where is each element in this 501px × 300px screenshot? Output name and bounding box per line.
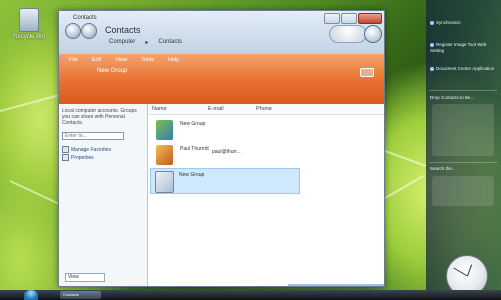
contact-email: paul@thurr... [212,149,241,155]
left-pane: Local computer accounts. Groups you can … [59,104,148,286]
sidebar-item-document-center[interactable]: Document Center Application [430,66,498,72]
column-email[interactable]: E-mail [208,106,224,112]
minimize-button[interactable] [324,13,340,24]
new-group-button[interactable]: New Group [97,68,127,74]
list-item-selected[interactable]: New Group [150,168,300,194]
link-properties[interactable]: Properties [62,154,94,161]
menu-edit[interactable]: Edit [92,57,101,63]
contact-name: Paul Thurrott [180,146,209,152]
list-item[interactable]: Paul Thurrott paul@thurr... [152,143,296,167]
search-icon[interactable] [364,25,382,43]
menu-bar: File Edit View Tools Help [69,57,179,63]
bullet-icon [430,66,434,71]
column-name[interactable]: Name [152,106,167,112]
chevron-right-icon: ▸ [145,40,149,46]
bullet-icon [430,42,434,47]
close-button[interactable] [358,13,382,24]
slideshow-gadget[interactable] [432,176,494,206]
leaf-vein [384,150,428,168]
page-title: Contacts [105,25,141,35]
person-contact-icon [156,145,173,165]
menu-help[interactable]: Help [168,57,179,63]
sidebar-item-label: Document Center Application [436,66,495,71]
divider [429,90,497,91]
clock-minute-hand [453,267,468,277]
bullet-icon [430,20,434,25]
breadcrumb-item[interactable]: Computer [109,39,135,46]
sidebar-item-label: Synchronize [436,20,461,25]
checkbox-icon [62,146,69,153]
status-strip [288,284,384,286]
forward-arrow-icon[interactable] [81,23,97,39]
desktop-icon-recycle-bin[interactable]: Recycle Bin [6,8,52,40]
contacts-gadget[interactable] [432,104,494,156]
leaf-vein [379,175,424,202]
sidebar-section-title: Drop Contacts to Be... [430,95,475,100]
group-contact-icon [156,120,173,140]
menu-toolbar-band: File Edit View Tools Help New Group [59,54,384,104]
contact-name: New Group [180,121,206,127]
link-label: Properties [71,154,94,161]
clock-hour-hand [467,264,473,277]
window-title: Contacts [73,15,97,21]
recycle-bin-icon [19,8,39,32]
contact-name: New Group [179,172,205,178]
view-dropdown[interactable]: View [65,273,105,282]
link-manage-favorites[interactable]: Manage Favorites [62,146,111,153]
desktop-icon-label: Recycle Bin [13,34,45,40]
column-phone[interactable]: Phone [256,106,272,112]
left-pane-description: Local computer accounts. Groups you can … [62,108,137,126]
search-input[interactable] [329,25,367,43]
list-item[interactable]: New Group [152,118,296,142]
views-icon[interactable] [360,68,374,77]
breadcrumb: Computer ▸ Contacts [109,39,182,46]
sidebar-item-synchronize[interactable]: Synchronize [430,20,498,26]
back-arrow-icon[interactable] [65,23,81,39]
maximize-button[interactable] [341,13,357,24]
divider [429,162,497,163]
sidebar-item-label: Register Image Tool Web Setting [430,42,487,53]
menu-view[interactable]: View [115,57,127,63]
menu-file[interactable]: File [69,57,78,63]
contacts-list[interactable]: Name E-mail Phone New Group Paul Thurrot… [148,104,384,286]
column-header: Name E-mail Phone [148,104,384,115]
start-button[interactable] [24,290,38,300]
taskbar-button-contacts[interactable]: Contacts [60,291,101,299]
menu-tools[interactable]: Tools [141,57,154,63]
sidebar-search-label: Search the... [430,166,456,171]
caption-buttons [324,13,382,24]
new-group-icon [155,171,174,193]
link-label: Manage Favorites [71,146,112,153]
leaf-vein [9,180,61,206]
breadcrumb-item[interactable]: Contacts [158,39,182,46]
checkbox-icon [62,154,69,161]
left-pane-input[interactable] [62,132,124,140]
contacts-window[interactable]: Contacts Contacts Computer ▸ Contacts Fi… [58,10,385,287]
sidebar-item-register[interactable]: Register Image Tool Web Setting [430,42,498,53]
title-bar[interactable]: Contacts Contacts Computer ▸ Contacts [59,11,384,54]
